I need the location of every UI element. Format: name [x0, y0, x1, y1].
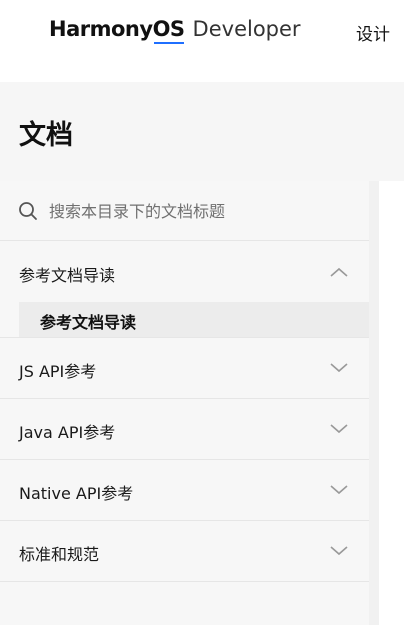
nav-section-js-api[interactable]: JS API参考	[0, 338, 369, 399]
nav-section-standards[interactable]: 标准和规范	[0, 521, 369, 582]
search-input[interactable]	[49, 199, 349, 223]
sidebar-scrollbar[interactable]	[369, 181, 379, 625]
chevron-down-icon[interactable]	[329, 362, 349, 374]
brand-sub: Developer	[192, 17, 301, 41]
brand-name-part1: Harmony	[49, 17, 153, 41]
nav-section-label: Java API参考	[19, 423, 116, 442]
chevron-down-icon[interactable]	[329, 484, 349, 496]
doc-sidebar: 参考文档导读 参考文档导读 JS API参考 Java API参考 Native…	[0, 181, 369, 625]
chevron-down-icon[interactable]	[329, 423, 349, 435]
chevron-down-icon[interactable]	[329, 545, 349, 557]
nav-section-label: JS API参考	[19, 362, 97, 381]
chevron-up-icon[interactable]	[329, 266, 349, 278]
page-title: 文档	[19, 120, 73, 151]
search-icon	[19, 202, 37, 220]
nav-section-label: 标准和规范	[19, 545, 100, 564]
nav-section-label: Native API参考	[19, 484, 134, 503]
nav-design-link[interactable]: 设计	[356, 20, 390, 45]
nav-section-native-api[interactable]: Native API参考	[0, 460, 369, 521]
nav-subitem-label: 参考文档导读	[40, 313, 137, 332]
nav-section-java-api[interactable]: Java API参考	[0, 399, 369, 460]
nav-subitem-reading-guide[interactable]: 参考文档导读	[19, 302, 369, 337]
top-bar: HarmonyOS Developer 设计	[0, 0, 404, 82]
brand-name: HarmonyOS	[49, 17, 185, 44]
nav-section-label: 参考文档导读	[19, 266, 116, 285]
brand-name-part2: OS	[152, 17, 185, 44]
search-box	[0, 181, 369, 241]
harmonyos-developer-logo[interactable]: HarmonyOS Developer	[49, 17, 301, 47]
